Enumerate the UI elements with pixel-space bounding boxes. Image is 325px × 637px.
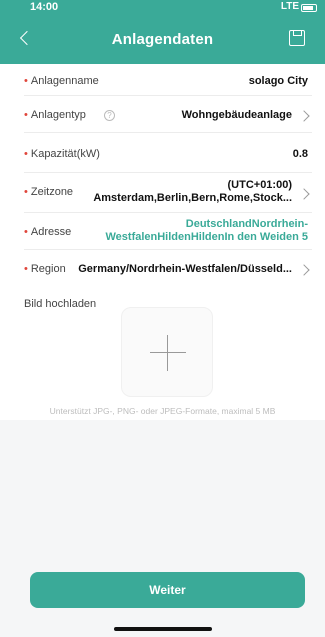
plant-name-label: • Anlagenname xyxy=(24,75,99,87)
region-label: • Region xyxy=(24,263,66,275)
plus-icon xyxy=(150,352,186,353)
row-address[interactable]: • Adresse DeutschlandNordrhein- Westfalen… xyxy=(24,213,312,250)
home-indicator xyxy=(114,627,212,631)
page-title: Anlagendaten xyxy=(111,31,214,48)
row-capacity[interactable]: • Kapazität(kW) 0.8 xyxy=(24,133,312,173)
chevron-right-icon xyxy=(298,264,310,276)
timezone-offset: (UTC+01:00) xyxy=(227,179,293,191)
address-label: • Adresse xyxy=(24,226,72,238)
chevron-right-icon xyxy=(298,188,310,200)
signal-indicator: LTE xyxy=(280,1,299,12)
battery-icon xyxy=(301,4,317,12)
timezone-label: • Zeitzone xyxy=(24,186,74,198)
status-bar: 14:00 LTE xyxy=(0,0,325,18)
plant-type-label: • Anlagentyp xyxy=(24,109,86,121)
next-button[interactable]: Weiter xyxy=(30,572,305,608)
save-icon[interactable] xyxy=(289,30,305,46)
upload-title: Bild hochladen xyxy=(24,298,97,310)
upload-hint: Unterstützt JPG-, PNG- oder JPEG-Formate… xyxy=(49,406,276,416)
plant-data-form: • Anlagenname solago City • Anlagentyp ? W… xyxy=(0,64,325,420)
header: Anlagendaten xyxy=(0,18,325,64)
address-line-2: WestfalenHildenHildenIn den Weiden 5 xyxy=(105,231,308,243)
plus-icon-vertical xyxy=(167,335,168,371)
help-icon[interactable]: ? xyxy=(104,110,115,121)
plant-name-label-text: Anlagenname xyxy=(30,75,99,87)
region-value[interactable]: Germany/Nordrhein-Westfalen/Düsseld... xyxy=(78,263,292,276)
address-line-1: DeutschlandNordrhein- xyxy=(185,218,308,230)
address-label-text: Adresse xyxy=(30,226,72,238)
region-label-text: Region xyxy=(30,263,66,275)
address-value[interactable]: DeutschlandNordrhein- WestfalenHildenHil… xyxy=(105,218,308,244)
capacity-value[interactable]: 0.8 xyxy=(293,148,308,161)
timezone-cities: Amsterdam,Berlin,Bern,Rome,Stock... xyxy=(93,192,292,204)
chevron-right-icon xyxy=(298,110,310,122)
plant-type-value[interactable]: Wohngebäudeanlage xyxy=(182,109,292,122)
row-region[interactable]: • Region Germany/Nordrhein-Westfalen/Düss… xyxy=(24,250,312,288)
plant-name-value[interactable]: solago City xyxy=(249,75,308,88)
capacity-label: • Kapazität(kW) xyxy=(24,148,100,160)
row-plant-name[interactable]: • Anlagenname solago City xyxy=(24,64,312,96)
timezone-value[interactable]: (UTC+01:00) Amsterdam,Berlin,Bern,Rome,S… xyxy=(93,179,292,205)
status-time: 14:00 xyxy=(30,1,59,13)
plant-type-label-text: Anlagentyp xyxy=(30,109,86,121)
capacity-label-text: Kapazität(kW) xyxy=(30,148,100,160)
row-timezone[interactable]: • Zeitzone (UTC+01:00) Amsterdam,Berlin,B… xyxy=(24,173,312,213)
row-plant-type[interactable]: • Anlagentyp ? Wohngebäudeanlage xyxy=(24,96,312,133)
timezone-label-text: Zeitzone xyxy=(30,186,74,198)
image-upload-button[interactable] xyxy=(121,307,213,397)
